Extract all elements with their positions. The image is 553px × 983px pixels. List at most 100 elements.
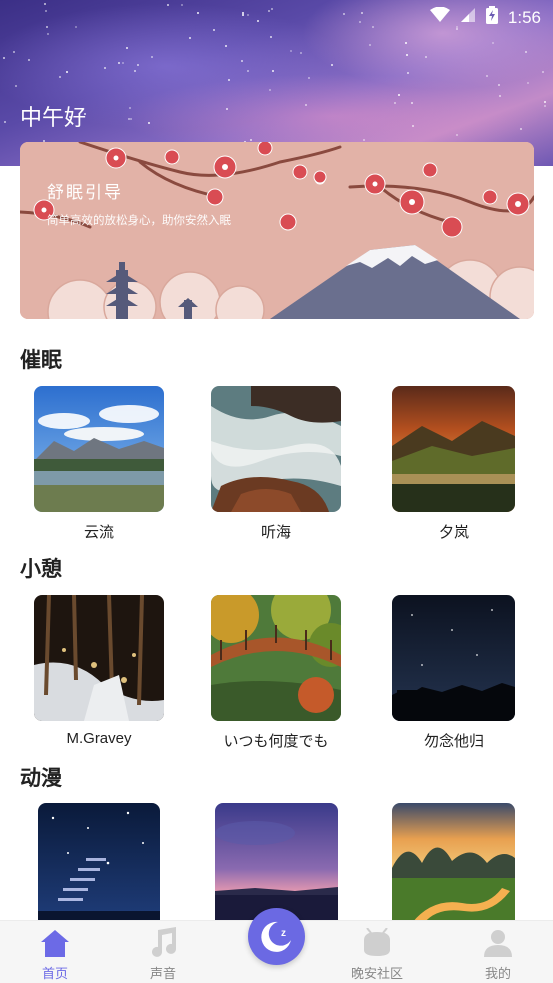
star-dot [456,134,458,136]
star-dot [247,70,249,72]
star-dot [15,85,17,87]
thumb-image-sunset-hills [392,386,515,512]
star-dot [272,70,274,72]
tab-home[interactable]: 首页 [0,921,110,983]
tab-label-community: 晚安社区 [350,967,403,982]
star-dot [425,56,427,58]
thumb-image-purple-dusk [215,803,338,923]
track-card-anime-3[interactable] [392,803,515,923]
track-card-m-gravey[interactable] [34,595,164,721]
banner-title: 舒眠引导 [47,183,123,203]
banner-subtitle: 简单高效的放松身心，助你安然入眠 [47,213,231,227]
thumb-image-starry-stairs [38,803,160,923]
app-screen: 1:56 中午好 舒眠引导 简单高效的放松身心，助你安然入眠 催眠 云流 听海 … [0,0,553,983]
star-dot [544,101,546,103]
status-time: 1:56 [507,7,541,27]
status-bar: 1:56 [0,0,553,32]
wifi-icon [429,6,450,28]
track-card-listen-sea[interactable] [211,386,341,512]
track-label: M.Gravey [66,730,132,747]
star-dot [28,59,30,61]
star-dot [137,64,139,66]
sleep-guide-banner[interactable]: 舒眠引导 简单高效的放松身心，助你安然入眠 [20,142,534,319]
svg-text:z: z [281,928,286,939]
tab-label-home: 首页 [41,967,68,982]
star-dot [499,95,501,97]
track-card-cloud-flow[interactable] [34,386,164,512]
star-dot [241,60,243,62]
star-dot [544,105,546,107]
tab-sound[interactable]: 声音 [108,921,218,983]
star-dot [525,51,527,53]
tab-profile[interactable]: 我的 [443,921,553,983]
star-dot [492,42,494,44]
sleep-center-button[interactable]: z [248,908,305,965]
star-dot [122,62,124,64]
star-dot [104,67,106,69]
star-dot [405,42,407,44]
banner-illustration [20,142,534,319]
tab-label-profile: 我的 [484,967,511,982]
section-title-nap: 小憩 [20,557,62,581]
track-label: 勿念他归 [423,733,484,750]
track-card-evening-mist[interactable] [392,386,515,512]
track-card-anime-1[interactable] [38,803,160,923]
star-dot [486,75,488,77]
star-dot [226,108,228,110]
star-dot [331,64,333,66]
section-title-anime: 动漫 [20,766,62,790]
track-card-anime-2[interactable] [215,803,338,923]
star-dot [13,51,15,53]
battery-icon [485,6,498,29]
star-dot [228,79,230,81]
track-card-itsumo-nando-demo[interactable] [211,595,341,721]
star-dot [270,36,272,38]
star-dot [47,33,49,35]
star-dot [369,44,371,46]
section-title-hypnosis: 催眠 [20,348,62,372]
signal-icon [460,7,476,28]
star-dot [151,56,153,58]
star-dot [118,62,120,64]
thumb-image-river-valley [392,803,515,923]
tab-label-sound: 声音 [149,967,176,982]
track-card-dont-miss-return[interactable] [392,595,515,721]
star-dot [148,122,150,124]
track-label: いつも何度でも [223,733,329,750]
home-icon [41,930,69,957]
community-icon [364,928,390,956]
star-dot [300,52,302,54]
star-dot [305,104,307,106]
star-dot [66,71,68,73]
star-dot [4,121,6,123]
star-dot [59,76,61,78]
track-label: 夕岚 [438,524,469,541]
star-dot [290,50,292,52]
star-dot [363,139,365,141]
tab-community[interactable]: 晚安社区 [322,921,432,983]
track-label: 云流 [83,524,114,541]
star-dot [398,94,400,96]
track-label: 听海 [260,524,291,541]
star-dot [130,118,132,120]
star-dot [412,125,414,127]
star-dot [225,45,227,47]
thumb-image-bridge-autumn [211,595,341,721]
star-dot [250,139,252,141]
star-dot [520,128,522,130]
star-dot [128,118,130,120]
star-dot [498,84,500,86]
thumb-image-snowy-forest [34,595,164,721]
star-dot [134,70,136,72]
star-dot [3,57,5,59]
star-dot [411,102,413,104]
star-dot [308,77,310,79]
thumb-image-mountain-lake [34,386,164,512]
star-dot [126,47,128,49]
star-dot [407,72,409,74]
moon-sleep-icon: z [261,921,291,952]
greeting-text: 中午好 [20,106,87,131]
music-note-icon [152,927,176,957]
profile-icon [484,930,512,957]
star-dot [542,71,544,73]
